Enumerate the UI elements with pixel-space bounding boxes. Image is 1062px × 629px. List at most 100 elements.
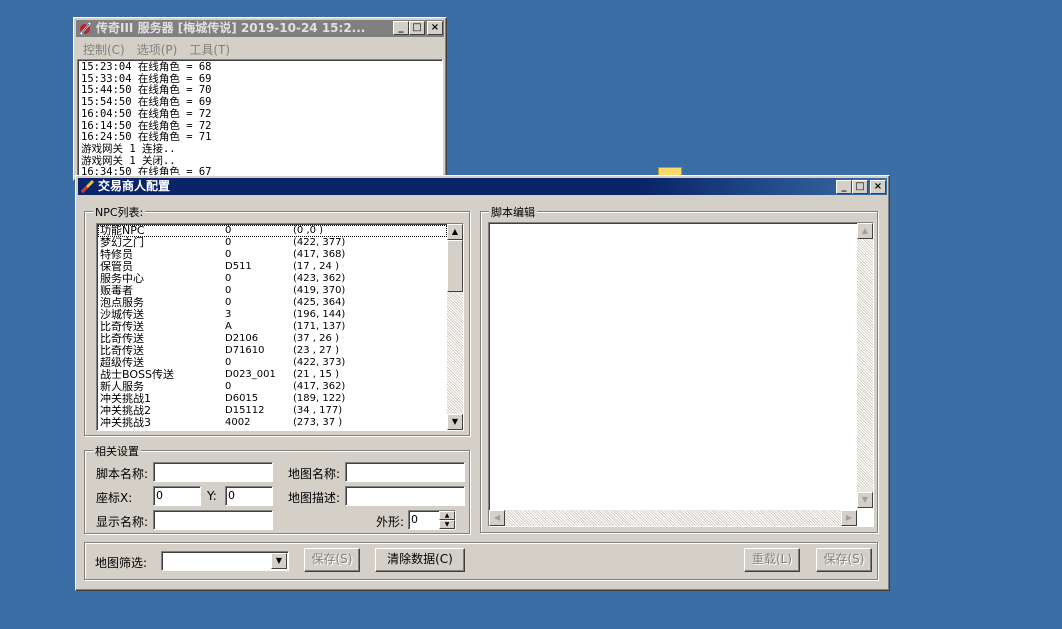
maximize-icon[interactable]: □: [852, 180, 868, 194]
map-desc-label: 地图描述:: [288, 491, 341, 505]
npc-coord: (189, 122): [293, 393, 346, 404]
npc-coord: (0 ,0 ): [293, 225, 324, 236]
npc-map: 0: [225, 225, 232, 236]
npc-map: A: [225, 321, 232, 332]
list-item[interactable]: 泡点服务 0 (425, 364): [98, 297, 447, 309]
scroll-left-icon[interactable]: ◀: [489, 510, 505, 526]
list-item[interactable]: 冲关挑战3 4002 (273, 37 ): [98, 417, 447, 429]
npc-list-label: NPC列表:: [93, 204, 146, 220]
list-item[interactable]: 冲关挑战1 D6015 (189, 122): [98, 393, 447, 405]
npc-map: 0: [225, 357, 232, 368]
npc-coord: (419, 370): [293, 285, 346, 296]
scroll-right-icon[interactable]: ▶: [841, 510, 857, 526]
list-item[interactable]: 超级传送 0 (422, 373): [98, 357, 447, 369]
list-item[interactable]: 沙城传送 3 (196, 144): [98, 309, 447, 321]
list-item[interactable]: 保管员 D511 (17 , 24 ): [98, 261, 447, 273]
menu-options[interactable]: 选项(P): [131, 39, 184, 57]
map-desc-input[interactable]: [345, 486, 465, 506]
scroll-up-icon[interactable]: ▲: [447, 224, 463, 240]
npc-coord: (425, 364): [293, 297, 346, 308]
list-item[interactable]: 比奇传送 A (171, 137): [98, 321, 447, 333]
npc-coord: (423, 362): [293, 273, 346, 284]
reload-button[interactable]: 重载(L): [744, 548, 800, 572]
coord-x-label: 座标X:: [96, 491, 133, 505]
log-line: 15:23:04 在线角色 = 68: [81, 61, 212, 73]
display-name-label: 显示名称:: [96, 515, 149, 529]
menu-control[interactable]: 控制(C): [77, 39, 131, 57]
app-icon: [80, 179, 95, 194]
npc-name: 冲关挑战3: [100, 417, 151, 429]
scroll-up-icon[interactable]: ▲: [857, 223, 873, 239]
npc-name: 比奇传送: [100, 333, 144, 345]
clear-data-button[interactable]: 清除数据(C): [375, 548, 465, 572]
npc-map: 0: [225, 297, 232, 308]
script-editor[interactable]: ▲ ▼ ◀ ▶: [488, 222, 874, 527]
npc-list[interactable]: 功能NPC 0 (0 ,0 ) 梦幻之门 0 (422, 377) 特修员 0 (417, …: [96, 223, 464, 431]
save-button[interactable]: 保存(S): [304, 548, 360, 572]
close-icon[interactable]: ×: [870, 180, 886, 194]
coord-y-label: Y:: [207, 489, 217, 503]
scroll-thumb[interactable]: [447, 240, 463, 292]
list-item[interactable]: 新人服务 0 (417, 362): [98, 381, 447, 393]
bottom-bar: 地图筛选: ▼ 保存(S) 清除数据(C) 重载(L) 保存(S): [84, 542, 878, 580]
npc-name: 冲关挑战2: [100, 405, 151, 417]
npc-list-scrollbar[interactable]: ▲ ▼: [447, 224, 463, 430]
display-name-input[interactable]: [153, 510, 273, 530]
scroll-down-icon[interactable]: ▼: [857, 492, 873, 508]
script-vscrollbar[interactable]: ▲ ▼: [857, 223, 873, 508]
npc-coord: (21 , 15 ): [293, 369, 339, 380]
menu-tools[interactable]: 工具(T): [183, 39, 236, 57]
npc-name: 服务中心: [100, 273, 144, 285]
map-name-input[interactable]: [345, 462, 465, 482]
npc-coord: (417, 362): [293, 381, 346, 392]
script-edit-group: 脚本编辑 ▲ ▼ ◀ ▶: [480, 204, 878, 533]
list-item[interactable]: 特修员 0 (417, 368): [98, 249, 447, 261]
minimize-icon[interactable]: _: [836, 180, 852, 194]
scroll-down-icon[interactable]: ▼: [447, 414, 463, 430]
list-item[interactable]: 贩毒者 0 (419, 370): [98, 285, 447, 297]
server-log[interactable]: 15:23:04 在线角色 = 68 15:33:04 在线角色 = 69 15…: [77, 59, 443, 179]
npc-map: 0: [225, 381, 232, 392]
maximize-icon[interactable]: □: [409, 21, 425, 35]
npc-config-titlebar[interactable]: 交易商人配置: [78, 178, 887, 195]
coord-x-input[interactable]: 0: [153, 486, 201, 506]
map-filter-label: 地图筛选:: [95, 556, 148, 570]
npc-name: 比奇传送: [100, 345, 144, 357]
settings-group: 相关设置 脚本名称: 地图名称: 座标X: 0 Y: 0 地图描述: 显示名称:…: [84, 443, 470, 534]
list-item[interactable]: 比奇传送 D71610 (23 , 27 ): [98, 345, 447, 357]
map-filter-select[interactable]: ▼: [161, 551, 289, 571]
chevron-down-icon[interactable]: ▼: [271, 553, 287, 569]
list-item[interactable]: 梦幻之门 0 (422, 377): [98, 237, 447, 249]
close-icon[interactable]: ×: [427, 21, 443, 35]
log-line: 16:04:50 在线角色 = 72: [81, 107, 212, 120]
spin-up-icon[interactable]: ▲: [439, 511, 455, 520]
npc-map: 3: [225, 309, 232, 320]
npc-list-group: NPC列表: 功能NPC 0 (0 ,0 ) 梦幻之门 0 (422, 377) 特修员…: [84, 204, 470, 436]
script-hscrollbar[interactable]: ◀ ▶: [489, 510, 857, 526]
npc-name: 战士BOSS传送: [100, 369, 174, 381]
npc-name: 保管员: [100, 261, 133, 273]
spin-down-icon[interactable]: ▼: [439, 520, 455, 529]
npc-map: 0: [225, 285, 232, 296]
npc-map: 0: [225, 237, 232, 248]
list-item[interactable]: 冲关挑战2 D15112 (34 , 177): [98, 405, 447, 417]
server-window-titlebar[interactable]: 传奇III 服务器 [梅城传说] 2019-10-24 15:2...: [76, 20, 444, 37]
list-item[interactable]: 比奇传送 D2106 (37 , 26 ): [98, 333, 447, 345]
minimize-icon[interactable]: _: [393, 21, 409, 35]
list-item[interactable]: 战士BOSS传送 D023_001 (21 , 15 ): [98, 369, 447, 381]
npc-name: 新人服务: [100, 381, 144, 393]
list-item[interactable]: 功能NPC 0 (0 ,0 ): [98, 225, 447, 237]
save-script-button[interactable]: 保存(S): [816, 548, 872, 572]
coord-y-input[interactable]: 0: [225, 486, 273, 506]
npc-coord: (37 , 26 ): [293, 333, 339, 344]
npc-name: 泡点服务: [100, 297, 144, 309]
npc-map: D15112: [225, 405, 265, 416]
npc-name: 贩毒者: [100, 285, 133, 297]
npc-coord: (23 , 27 ): [293, 345, 339, 356]
npc-name: 冲关挑战1: [100, 393, 151, 405]
appearance-label: 外形:: [376, 515, 405, 529]
npc-map: D511: [225, 261, 252, 272]
script-name-input[interactable]: [153, 462, 273, 482]
list-item[interactable]: 服务中心 0 (423, 362): [98, 273, 447, 285]
npc-name: 超级传送: [100, 357, 144, 369]
